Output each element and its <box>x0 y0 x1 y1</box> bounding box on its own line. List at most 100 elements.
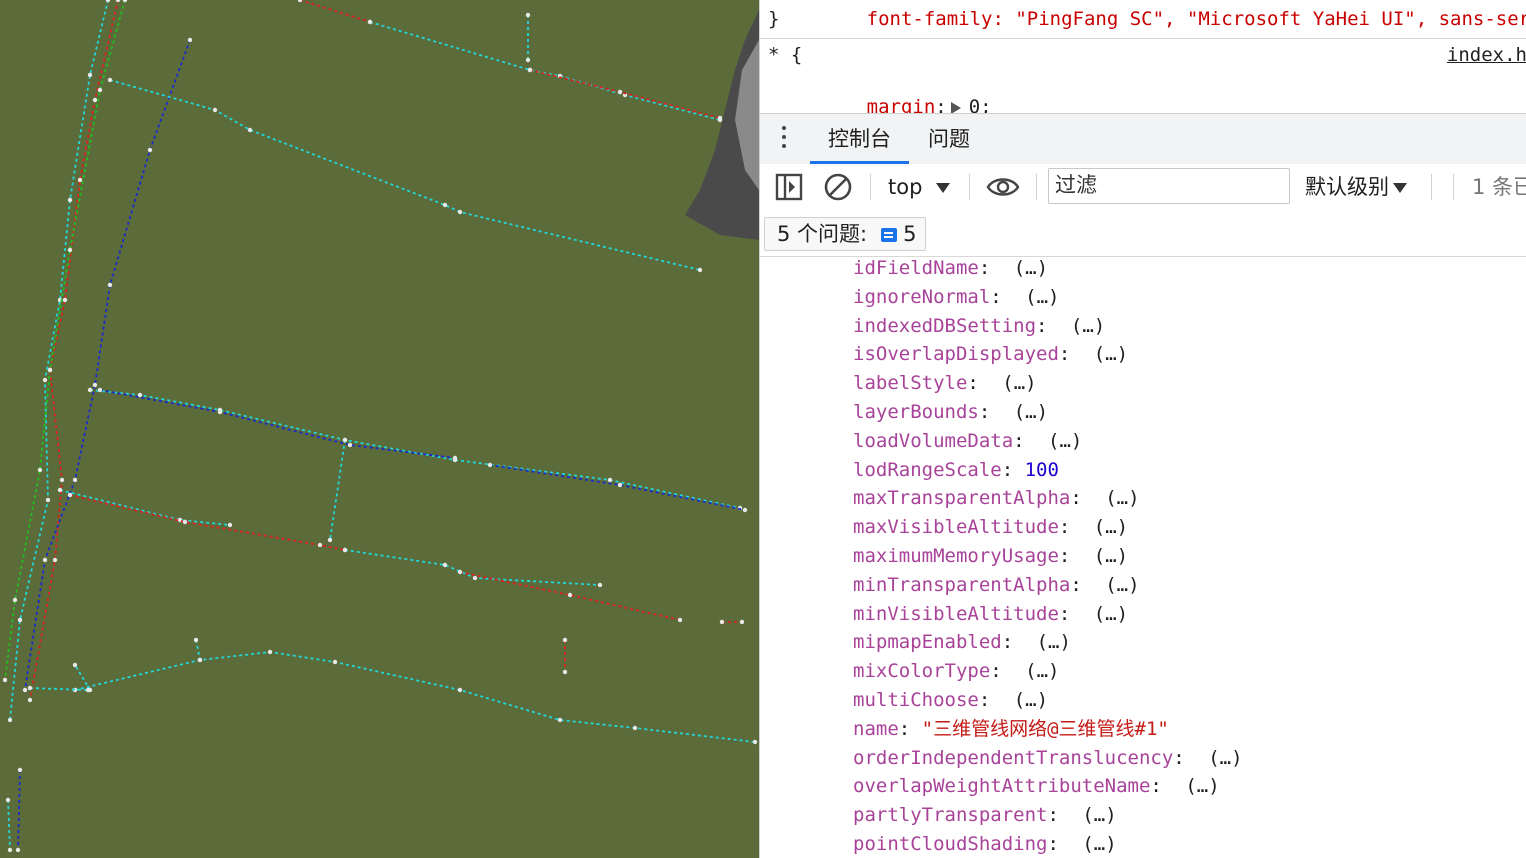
pipe-node[interactable] <box>37 467 43 473</box>
pipe-node[interactable] <box>317 542 323 548</box>
pipe-node[interactable] <box>457 209 463 215</box>
issues-button[interactable]: 5 个问题: 5 <box>764 217 926 251</box>
console-property-row[interactable]: ignoreNormal: (…) <box>853 283 1060 311</box>
pipe-segment[interactable] <box>7 799 11 851</box>
pipe-node[interactable] <box>77 177 83 183</box>
pipe-node[interactable] <box>85 687 91 693</box>
pipe-node[interactable] <box>115 0 121 3</box>
tab-console[interactable]: 控制台 <box>810 114 909 164</box>
pipe-node[interactable] <box>197 657 203 663</box>
getter-invoke-value[interactable]: (…) <box>1014 401 1048 423</box>
pipe-node[interactable] <box>182 519 188 525</box>
pipe-node[interactable] <box>442 202 448 208</box>
pipe-node[interactable] <box>342 547 348 553</box>
getter-invoke-value[interactable]: (…) <box>1094 516 1128 538</box>
3d-scene-viewport[interactable] <box>0 0 759 858</box>
console-property-row[interactable]: minVisibleAltitude: (…) <box>853 600 1128 628</box>
pipe-node[interactable] <box>739 619 745 625</box>
pipe-node[interactable] <box>97 387 103 393</box>
pipe-node[interactable] <box>72 662 78 668</box>
getter-invoke-value[interactable]: (…) <box>1014 257 1048 279</box>
pipe-node[interactable] <box>212 107 218 113</box>
pipe-node[interactable] <box>5 797 11 803</box>
pipe-node[interactable] <box>525 12 531 18</box>
console-property-row[interactable]: indexedDBSetting: (…) <box>853 312 1105 340</box>
pipe-node[interactable] <box>12 597 18 603</box>
console-property-row[interactable]: maximumMemoryUsage: (…) <box>853 542 1128 570</box>
console-property-row[interactable]: isOverlapDisplayed: (…) <box>853 340 1128 368</box>
console-property-row[interactable]: minTransparentAlpha: (…) <box>853 571 1140 599</box>
pipe-node[interactable] <box>107 77 113 83</box>
pipe-node[interactable] <box>347 442 353 448</box>
pipe-node[interactable] <box>342 437 348 443</box>
pipe-node[interactable] <box>367 19 373 25</box>
pipe-node[interactable] <box>472 575 478 581</box>
pipe-node[interactable] <box>59 477 65 483</box>
console-property-row[interactable]: multiChoose: (…) <box>853 686 1048 714</box>
pipe-segment[interactable] <box>17 769 21 851</box>
pipe-segment[interactable] <box>59 489 231 526</box>
pipe-node[interactable] <box>137 392 143 398</box>
pipe-node[interactable] <box>187 37 193 43</box>
pipe-node[interactable] <box>217 409 223 415</box>
console-property-row[interactable]: layerBounds: (…) <box>853 398 1048 426</box>
pipe-node[interactable] <box>597 582 603 588</box>
getter-invoke-value[interactable]: (…) <box>1037 631 1071 653</box>
pipe-segment[interactable] <box>299 0 371 23</box>
pipe-node[interactable] <box>67 492 73 498</box>
console-property-row[interactable]: loadVolumeData: (…) <box>853 427 1082 455</box>
pipe-node[interactable] <box>677 617 683 623</box>
pipe-node[interactable] <box>67 197 73 203</box>
pipe-node[interactable] <box>697 267 703 273</box>
getter-invoke-value[interactable]: (…) <box>1185 775 1219 797</box>
pipe-node[interactable] <box>87 72 93 78</box>
pipe-node[interactable] <box>45 497 51 503</box>
log-level-dropdown[interactable]: 默认级别 <box>1305 171 1407 203</box>
pipe-node[interactable] <box>457 569 463 575</box>
console-property-row[interactable]: mipmapEnabled: (…) <box>853 628 1071 656</box>
style-rule-font-family[interactable]: font-family: "PingFang SC", "Microsoft Y… <box>798 0 1526 52</box>
pipe-node[interactable] <box>42 377 48 383</box>
pipe-node[interactable] <box>617 482 623 488</box>
pipe-node[interactable] <box>47 367 53 373</box>
pipe-node[interactable] <box>487 462 493 468</box>
pipe-segment[interactable] <box>489 464 746 511</box>
pipe-node[interactable] <box>717 115 723 121</box>
pipe-node[interactable] <box>327 537 333 543</box>
pipe-node[interactable] <box>92 97 98 103</box>
pipe-node[interactable] <box>27 685 33 691</box>
getter-invoke-value[interactable]: (…) <box>1025 286 1059 308</box>
pipe-node[interactable] <box>562 637 568 643</box>
pipe-node[interactable] <box>442 562 448 568</box>
getter-invoke-value[interactable]: (…) <box>1094 603 1128 625</box>
pipe-node[interactable] <box>62 297 68 303</box>
pipe-node[interactable] <box>7 717 13 723</box>
pipe-node[interactable] <box>87 387 93 393</box>
pipe-node[interactable] <box>122 0 128 3</box>
getter-invoke-value[interactable]: (…) <box>1208 747 1242 769</box>
pipe-node[interactable] <box>57 487 63 493</box>
pipe-node[interactable] <box>22 687 28 693</box>
pipe-segment[interactable] <box>195 639 201 661</box>
console-property-row[interactable]: maxTransparentAlpha: (…) <box>853 484 1140 512</box>
pipe-node[interactable] <box>147 147 153 153</box>
console-property-row[interactable]: orderIndependentTranslucency: (…) <box>853 744 1243 772</box>
pipe-node[interactable] <box>607 477 613 483</box>
getter-invoke-value[interactable]: (…) <box>1025 660 1059 682</box>
console-property-row[interactable]: partlyTransparent: (…) <box>853 801 1117 829</box>
more-options-icon[interactable] <box>782 126 788 153</box>
style-source-link[interactable]: index.h <box>1447 44 1526 66</box>
tab-issues[interactable]: 问题 <box>910 114 988 164</box>
pipe-segment[interactable] <box>29 687 89 691</box>
pipe-node[interactable] <box>193 637 199 643</box>
pipe-node[interactable] <box>42 557 48 563</box>
console-output[interactable]: idFieldName: (…) ignoreNormal: (…) indexed… <box>760 257 1526 858</box>
getter-invoke-value[interactable]: (…) <box>1048 430 1082 452</box>
pipe-segment[interactable] <box>29 0 119 701</box>
pipe-node[interactable] <box>17 617 23 623</box>
pipe-node[interactable] <box>247 127 253 133</box>
pipe-node[interactable] <box>617 89 623 95</box>
style-selector[interactable]: * { <box>768 44 802 66</box>
context-selector[interactable]: top <box>888 171 951 203</box>
pipe-segment[interactable] <box>109 79 701 271</box>
